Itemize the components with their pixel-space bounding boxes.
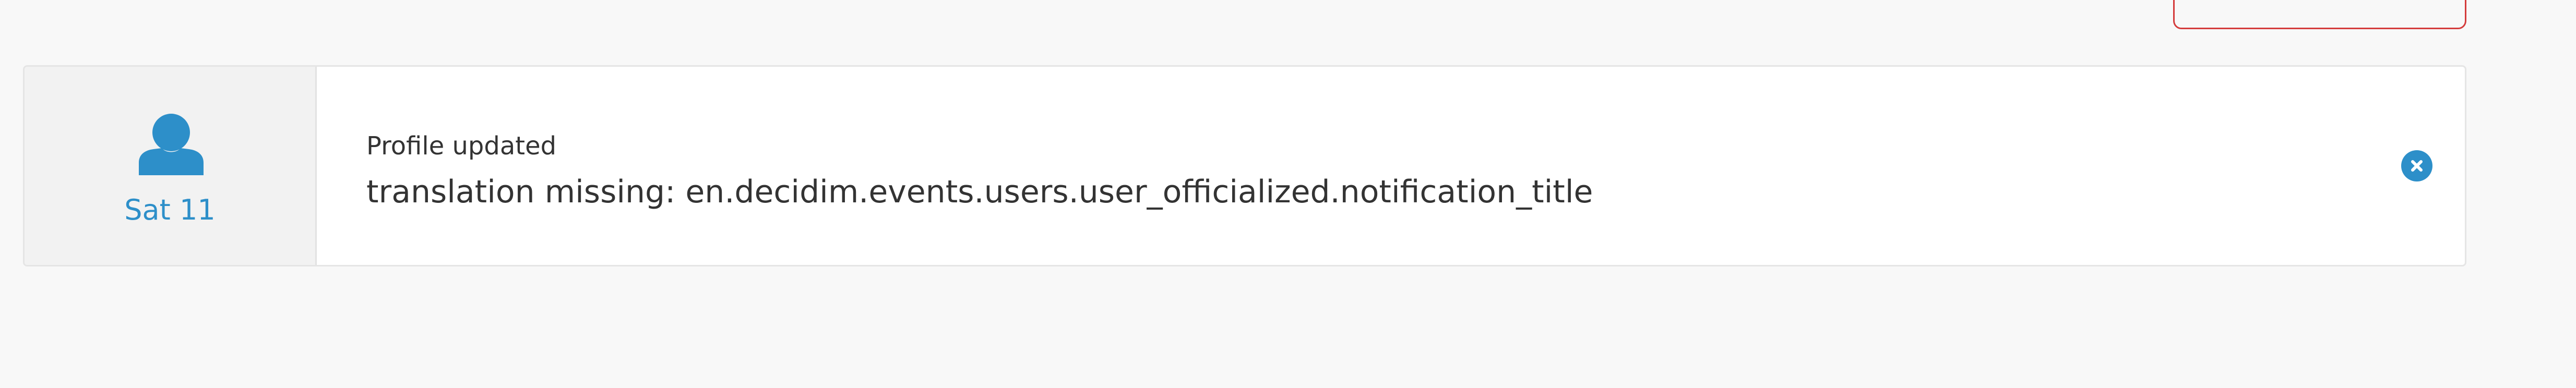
notification-subtitle: Profile updated <box>366 131 557 161</box>
dismiss-notification-button[interactable] <box>2401 150 2432 181</box>
notification-date: Sat 11 <box>124 193 216 226</box>
notification-content: Profile updated translation missing: en.… <box>317 67 2465 265</box>
notification-message: translation missing: en.decidim.events.u… <box>366 174 1593 210</box>
close-icon <box>2411 160 2423 172</box>
notification-card: Sat 11 Profile updated translation missi… <box>23 65 2466 266</box>
user-icon <box>139 114 204 175</box>
top-right-button[interactable] <box>2173 0 2466 29</box>
notification-date-panel: Sat 11 <box>25 67 317 265</box>
